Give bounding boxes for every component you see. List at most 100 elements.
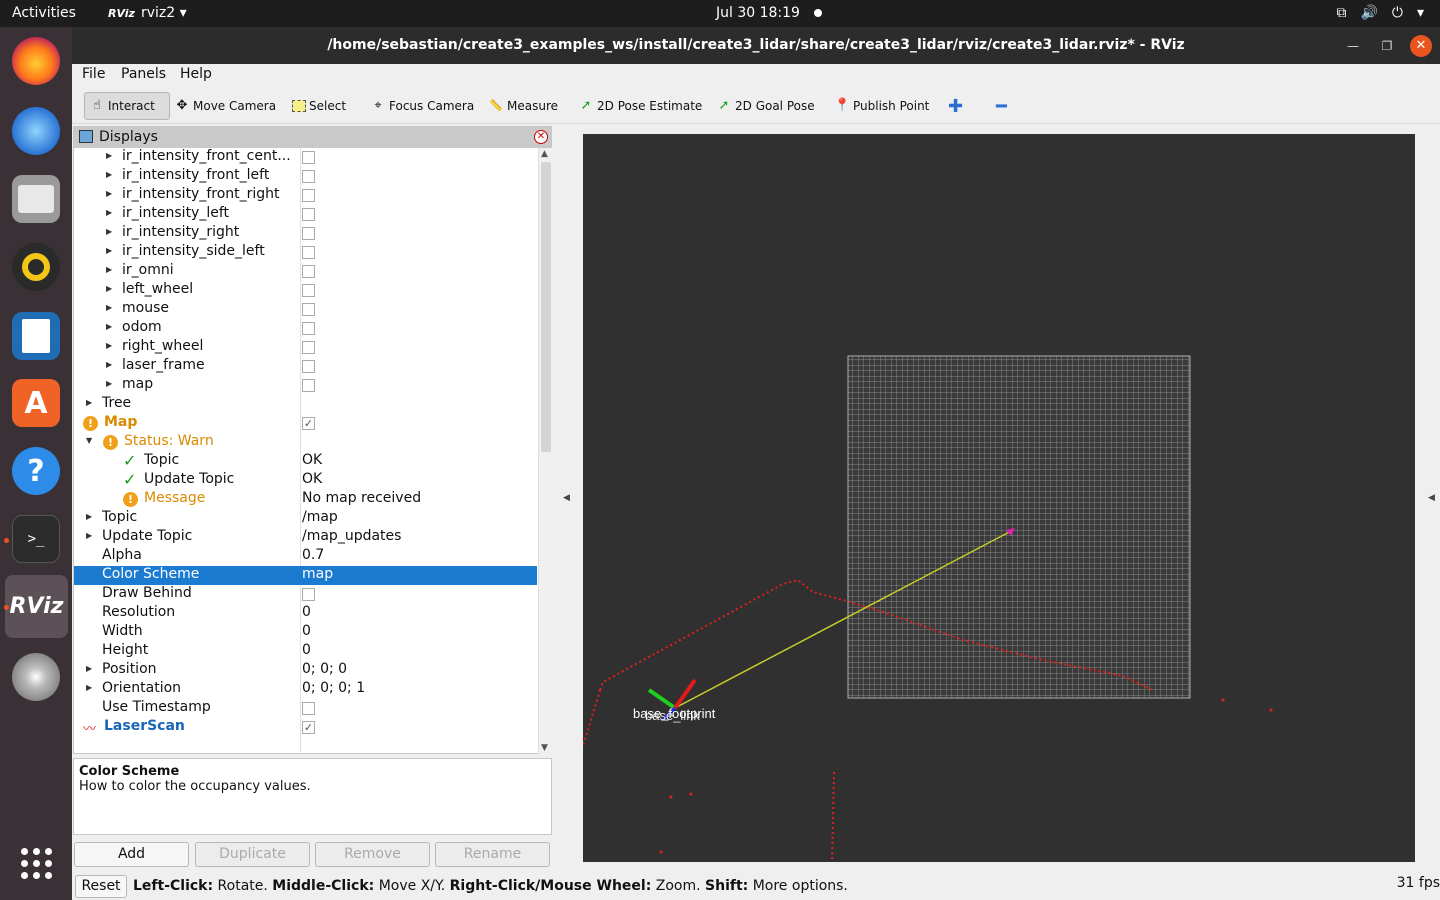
tree-row[interactable]: Alpha 0.7 <box>74 547 537 566</box>
tree-row[interactable]: ▶ mouse <box>74 300 537 319</box>
terminal-icon[interactable]: >_ <box>12 515 60 563</box>
checkbox[interactable] <box>302 360 315 373</box>
checkbox[interactable] <box>302 303 315 316</box>
measure-tool[interactable]: 📏 Measure <box>484 92 562 120</box>
close-icon[interactable]: ✕ <box>1410 35 1432 57</box>
checkbox[interactable]: ✓ <box>302 721 315 734</box>
remove-tool-button[interactable]: ━ <box>992 92 1011 120</box>
tree-row[interactable]: Resolution 0 <box>74 604 537 623</box>
rename-button[interactable]: Rename <box>435 842 550 867</box>
tree-row[interactable]: ▶ ir_intensity_left <box>74 205 537 224</box>
tree-row[interactable]: ▶ ir_intensity_front_left <box>74 167 537 186</box>
tree-row-selected[interactable]: Color Scheme map <box>74 566 537 585</box>
expand-arrow-icon[interactable]: ▶ <box>86 664 92 673</box>
row-value[interactable]: /map_updates <box>302 528 401 544</box>
menu-help[interactable]: Help <box>180 66 212 82</box>
3d-viewport[interactable]: base_footprint base_link <box>583 134 1415 862</box>
tree-row[interactable]: ▶ ir_omni <box>74 262 537 281</box>
expand-arrow-icon[interactable]: ▶ <box>106 379 112 388</box>
activities-button[interactable]: Activities <box>12 5 76 21</box>
system-tray[interactable]: ⧉ 🔊 ⏻ ▾ <box>1336 5 1424 21</box>
tree-row[interactable]: ▶ Tree <box>74 395 537 414</box>
tree-row[interactable]: ▶ Position 0; 0; 0 <box>74 661 537 680</box>
files-icon[interactable] <box>12 175 60 223</box>
row-value[interactable]: /map <box>302 509 338 525</box>
thunderbird-icon[interactable] <box>12 107 60 155</box>
checkbox[interactable] <box>302 227 315 240</box>
clock[interactable]: Jul 30 18:19 <box>716 5 822 21</box>
tree-row[interactable]: Draw Behind <box>74 585 537 604</box>
tree-row[interactable]: ▶ odom <box>74 319 537 338</box>
tree-row[interactable]: ✓ Update Topic OK <box>74 470 537 490</box>
tree-row[interactable]: ▶ map <box>74 376 537 395</box>
expand-arrow-icon[interactable]: ▶ <box>86 398 92 407</box>
expand-arrow-icon[interactable]: ▶ <box>106 303 112 312</box>
tree-row[interactable]: Width 0 <box>74 623 537 642</box>
maximize-icon[interactable]: ❐ <box>1376 35 1398 57</box>
scrollbar-thumb[interactable] <box>541 162 551 452</box>
tree-row-laserscan[interactable]: 〰 LaserScan ✓ <box>74 718 537 737</box>
tree-row-map[interactable]: ! Map ✓ <box>74 414 537 433</box>
expand-arrow-icon[interactable]: ▶ <box>106 151 112 160</box>
tree-row[interactable]: ▶ ir_intensity_right <box>74 224 537 243</box>
collapse-left-icon[interactable]: ◀ <box>563 493 570 503</box>
window-titlebar[interactable]: /home/sebastian/create3_examples_ws/inst… <box>72 27 1440 64</box>
tree-row[interactable]: ▶ right_wheel <box>74 338 537 357</box>
checkbox[interactable] <box>302 265 315 278</box>
expand-arrow-icon[interactable]: ▶ <box>86 512 92 521</box>
expand-arrow-icon[interactable]: ▶ <box>106 360 112 369</box>
tree-row[interactable]: Height 0 <box>74 642 537 661</box>
goal-pose-tool[interactable]: ➚ 2D Goal Pose <box>712 92 819 120</box>
rhythmbox-icon[interactable] <box>12 243 60 291</box>
scroll-down-icon[interactable]: ▼ <box>541 743 548 753</box>
focus-camera-tool[interactable]: ⌖ Focus Camera <box>366 92 478 120</box>
expand-arrow-icon[interactable]: ▶ <box>86 531 92 540</box>
expand-arrow-icon[interactable]: ▶ <box>86 683 92 692</box>
menu-panels[interactable]: Panels <box>121 66 166 82</box>
expand-arrow-icon[interactable]: ▶ <box>106 322 112 331</box>
tree-row[interactable]: ✓ Topic OK <box>74 451 537 471</box>
checkbox[interactable] <box>302 379 315 392</box>
row-value[interactable]: map <box>302 566 333 582</box>
expand-arrow-icon[interactable]: ▶ <box>106 208 112 217</box>
app-menu[interactable]: RViz rviz2 ▾ <box>108 5 187 21</box>
libreoffice-writer-icon[interactable] <box>12 312 60 360</box>
checkbox[interactable] <box>302 322 315 335</box>
tree-row-status[interactable]: ▼! Status: Warn <box>74 433 537 452</box>
select-tool[interactable]: Select <box>288 92 350 120</box>
software-center-icon[interactable]: A <box>12 379 60 427</box>
collapse-arrow-icon[interactable]: ▼ <box>86 436 92 445</box>
checkbox[interactable] <box>302 151 315 164</box>
scroll-up-icon[interactable]: ▲ <box>541 149 548 159</box>
firefox-icon[interactable] <box>12 37 60 85</box>
expand-arrow-icon[interactable]: ▶ <box>106 189 112 198</box>
tree-row[interactable]: ▶ laser_frame <box>74 357 537 376</box>
checkbox[interactable] <box>302 208 315 221</box>
tree-row[interactable]: ▶ ir_intensity_front_cent... <box>74 148 537 167</box>
expand-arrow-icon[interactable]: ▶ <box>106 265 112 274</box>
pose-estimate-tool[interactable]: ➚ 2D Pose Estimate <box>574 92 706 120</box>
tree-row[interactable]: ▶ Topic/map <box>74 509 537 528</box>
checkbox[interactable] <box>302 341 315 354</box>
expand-arrow-icon[interactable]: ▶ <box>106 227 112 236</box>
reset-button[interactable]: Reset <box>75 875 127 898</box>
move-camera-tool[interactable]: ✥ Move Camera <box>170 92 280 120</box>
checkbox[interactable] <box>302 588 315 601</box>
displays-scrollbar[interactable]: ▲ ▼ <box>538 148 552 754</box>
tree-row[interactable]: ▶ ir_intensity_side_left <box>74 243 537 262</box>
row-value[interactable]: 0.7 <box>302 547 324 563</box>
expand-arrow-icon[interactable]: ▶ <box>106 170 112 179</box>
minimize-icon[interactable]: — <box>1342 35 1364 57</box>
add-button[interactable]: Add <box>74 842 189 867</box>
checkbox[interactable] <box>302 189 315 202</box>
expand-arrow-icon[interactable]: ▶ <box>106 341 112 350</box>
show-apps-icon[interactable] <box>12 839 60 887</box>
add-tool-button[interactable]: ✚ <box>944 92 967 120</box>
collapse-right-icon[interactable]: ◀ <box>1428 493 1435 503</box>
dvd-icon[interactable] <box>12 653 60 701</box>
interact-tool[interactable]: ☝ Interact <box>84 92 170 120</box>
close-panel-icon[interactable]: ✕ <box>534 130 548 144</box>
tree-row[interactable]: Use Timestamp <box>74 699 537 718</box>
checkbox[interactable] <box>302 246 315 259</box>
help-icon[interactable]: ? <box>12 447 60 495</box>
